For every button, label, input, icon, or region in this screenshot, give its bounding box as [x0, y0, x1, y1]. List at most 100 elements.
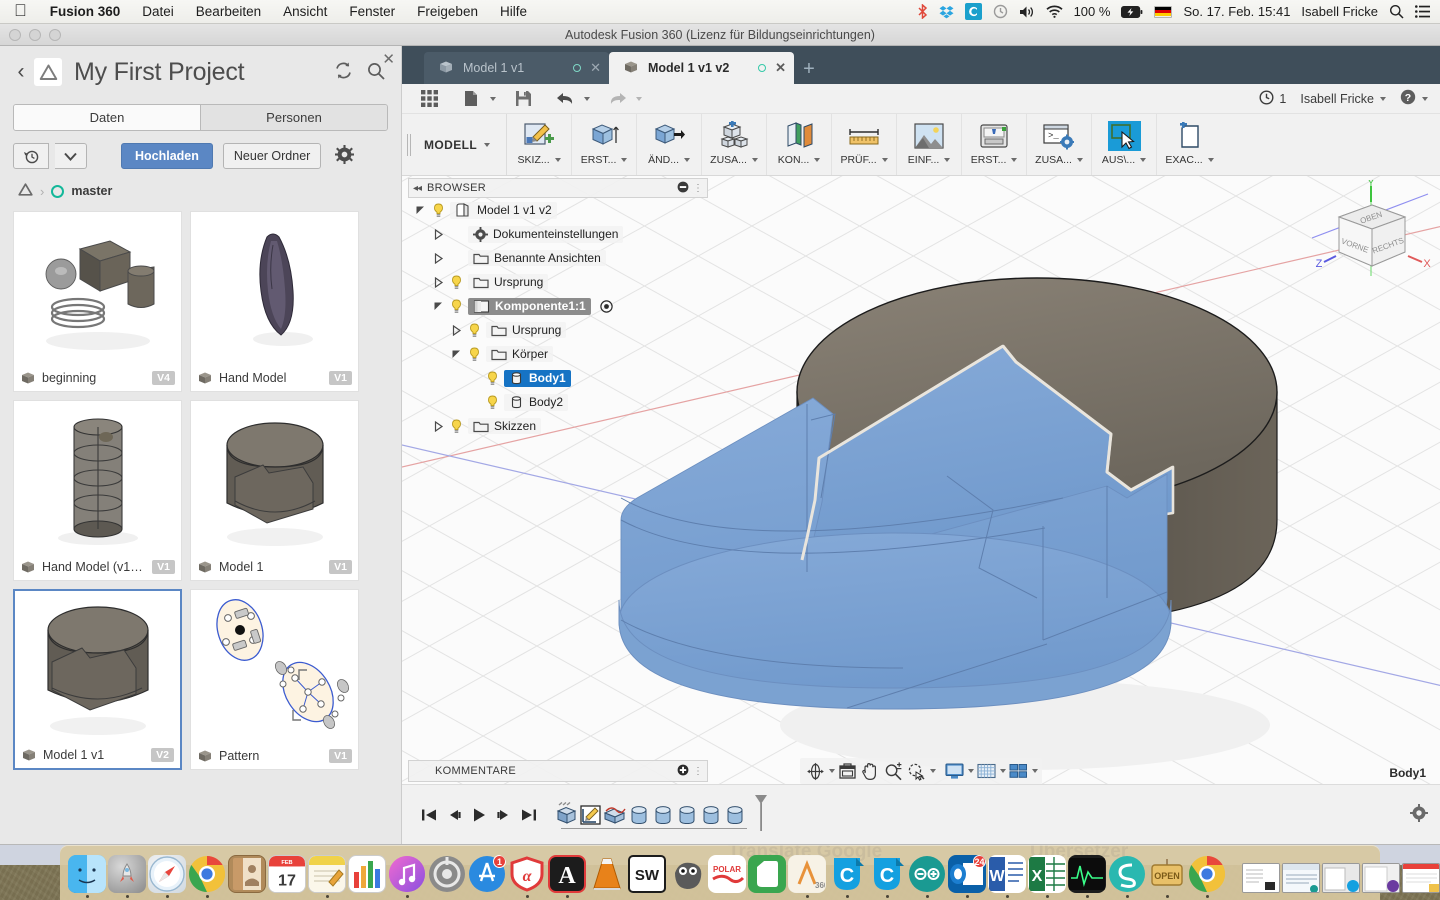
- window-title-bar[interactable]: Autodesk Fusion 360 (Lizenz für Bildungs…: [0, 24, 1440, 46]
- chevron-down-icon[interactable]: [1000, 769, 1006, 773]
- timeline-feature-revolve-1[interactable]: [627, 804, 651, 826]
- dock-item-alfred[interactable]: α: [508, 855, 546, 898]
- dock-item-gimp[interactable]: [668, 855, 706, 898]
- dock-item-cura-1[interactable]: C: [828, 855, 866, 898]
- chevron-down-icon[interactable]: [968, 769, 974, 773]
- wifi-icon[interactable]: [1045, 5, 1063, 18]
- battery-icon[interactable]: [1121, 5, 1143, 18]
- window-close-button[interactable]: [9, 29, 21, 41]
- browser-panel-header[interactable]: ◂◂ BROWSER ⋮: [408, 178, 708, 198]
- dock-item-word[interactable]: W: [988, 855, 1026, 898]
- tree-node-body1[interactable]: Body1: [408, 366, 708, 390]
- tree-node-dokumenteinstellungen[interactable]: Dokumenteinstellungen: [408, 222, 708, 246]
- workspace-selector[interactable]: MODELL: [416, 114, 508, 175]
- gear-icon[interactable]: [335, 145, 355, 167]
- dock-item-fusion360[interactable]: 360: [788, 855, 826, 898]
- timeline-feature-revolve-3[interactable]: [675, 804, 699, 826]
- browser-resize-handle[interactable]: ⋮: [693, 183, 703, 194]
- chevron-down-icon[interactable]: [636, 96, 642, 101]
- ribbon-item-create[interactable]: ERST...: [572, 114, 638, 175]
- timeline-first-button[interactable]: [416, 802, 441, 828]
- job-status[interactable]: 1: [1259, 89, 1286, 108]
- recent-history-icon[interactable]: [13, 143, 49, 169]
- tree-node-komponente1-1[interactable]: Komponente1:1: [408, 294, 708, 318]
- dock-item-acrobat[interactable]: A: [548, 855, 586, 898]
- timeline-feature-component[interactable]: [555, 801, 579, 826]
- menu-item-datei[interactable]: Datei: [131, 0, 185, 24]
- timeline-marker[interactable]: [753, 794, 769, 835]
- file-card[interactable]: Model 1 V1: [190, 400, 359, 581]
- dock-item-sketch[interactable]: [1108, 855, 1146, 898]
- dock-item-app-store[interactable]: 1: [468, 855, 506, 898]
- file-card[interactable]: beginning V4: [13, 211, 182, 392]
- dock-item-calendar[interactable]: 17 FEB: [268, 855, 306, 898]
- volume-icon[interactable]: [1019, 5, 1035, 19]
- dock-minimized-window-2[interactable]: [1282, 863, 1320, 898]
- timeline-feature-revolve-5[interactable]: [723, 804, 747, 826]
- close-icon[interactable]: ✕: [382, 50, 395, 68]
- timeline-feature-revolve-4[interactable]: [699, 804, 723, 826]
- chevron-down-icon[interactable]: [584, 96, 590, 101]
- tree-node-model-1-v1-v2[interactable]: Model 1 v1 v2: [408, 198, 708, 222]
- grid-nine-icon[interactable]: [414, 86, 444, 112]
- tab-personen[interactable]: Personen: [200, 105, 387, 130]
- look-at-icon[interactable]: [836, 760, 858, 782]
- window-zoom-button[interactable]: [49, 29, 61, 41]
- dock-item-itunes[interactable]: [388, 855, 426, 898]
- tree-expander[interactable]: [450, 324, 462, 336]
- dock-item-activity-monitor[interactable]: [1068, 855, 1106, 898]
- floppy-disk-icon[interactable]: [508, 86, 538, 112]
- refresh-icon[interactable]: [334, 61, 353, 83]
- close-icon[interactable]: ✕: [775, 60, 786, 76]
- document-tab-inactive[interactable]: Model 1 v1 ✕: [424, 52, 609, 84]
- minus-circle-icon[interactable]: [677, 181, 689, 196]
- timemachine-icon[interactable]: [993, 4, 1008, 19]
- dock-item-notes[interactable]: [308, 855, 346, 898]
- zoom-magnifier-icon[interactable]: [882, 760, 904, 782]
- view-cube[interactable]: OBEN VORNE RECHTS Y X Z: [1312, 180, 1432, 290]
- dock-minimized-window-5[interactable]: [1402, 863, 1440, 898]
- apple-logo-icon[interactable]: : [14, 2, 27, 19]
- tree-expander[interactable]: [432, 252, 444, 264]
- dock-item-vlc[interactable]: [588, 855, 626, 898]
- add-tab-button[interactable]: +: [794, 54, 824, 84]
- tree-node-benannte-ansichten[interactable]: Benannte Ansichten: [408, 246, 708, 270]
- menu-item-app[interactable]: Fusion 360: [39, 0, 132, 24]
- model-geometry[interactable]: [607, 176, 1407, 778]
- tree-expander[interactable]: [414, 205, 426, 216]
- grid-icon[interactable]: [975, 760, 997, 782]
- tree-expander[interactable]: [432, 276, 444, 288]
- zoom-window-icon[interactable]: [905, 760, 927, 782]
- menu-item-hilfe[interactable]: Hilfe: [489, 0, 538, 24]
- lightbulb-toggle[interactable]: [467, 347, 481, 362]
- dock-item-outlook[interactable]: 24: [948, 855, 986, 898]
- timeline-feature-extrude[interactable]: [603, 804, 627, 826]
- activate-radio-icon[interactable]: [599, 299, 613, 313]
- notification-center-icon[interactable]: [1415, 5, 1430, 18]
- undo-arrow-icon[interactable]: [550, 86, 580, 112]
- dock-item-open[interactable]: OPEN: [1148, 855, 1186, 898]
- lightbulb-toggle[interactable]: [485, 395, 499, 410]
- ribbon-item-insert[interactable]: EINF...: [897, 114, 963, 175]
- chevron-down-icon[interactable]: [829, 769, 835, 773]
- recent-dropdown-button[interactable]: [55, 143, 87, 169]
- flag-de-icon[interactable]: [1154, 5, 1173, 18]
- help-menu[interactable]: ?: [1400, 89, 1428, 108]
- redo-arrow-icon[interactable]: [602, 86, 632, 112]
- ribbon-grip-handle[interactable]: [402, 114, 416, 175]
- ribbon-item-assemble[interactable]: ZUSA...: [702, 114, 768, 175]
- dock-item-finder[interactable]: [68, 855, 106, 898]
- timeline-play-button[interactable]: [466, 802, 491, 828]
- timeline-track[interactable]: [555, 795, 769, 835]
- lightbulb-toggle[interactable]: [449, 299, 463, 314]
- chevron-down-icon[interactable]: [930, 769, 936, 773]
- menu-item-bearbeiten[interactable]: Bearbeiten: [185, 0, 272, 24]
- ribbon-item-select[interactable]: AUS\...: [1092, 114, 1158, 175]
- lightbulb-toggle[interactable]: [431, 203, 445, 218]
- lightbulb-toggle[interactable]: [449, 419, 463, 434]
- lightbulb-toggle[interactable]: [467, 323, 481, 338]
- menu-item-freigeben[interactable]: Freigeben: [406, 0, 489, 24]
- dock-item-safari[interactable]: [148, 855, 186, 898]
- back-chevron-icon[interactable]: ‹: [10, 60, 32, 84]
- file-icon[interactable]: [456, 86, 486, 112]
